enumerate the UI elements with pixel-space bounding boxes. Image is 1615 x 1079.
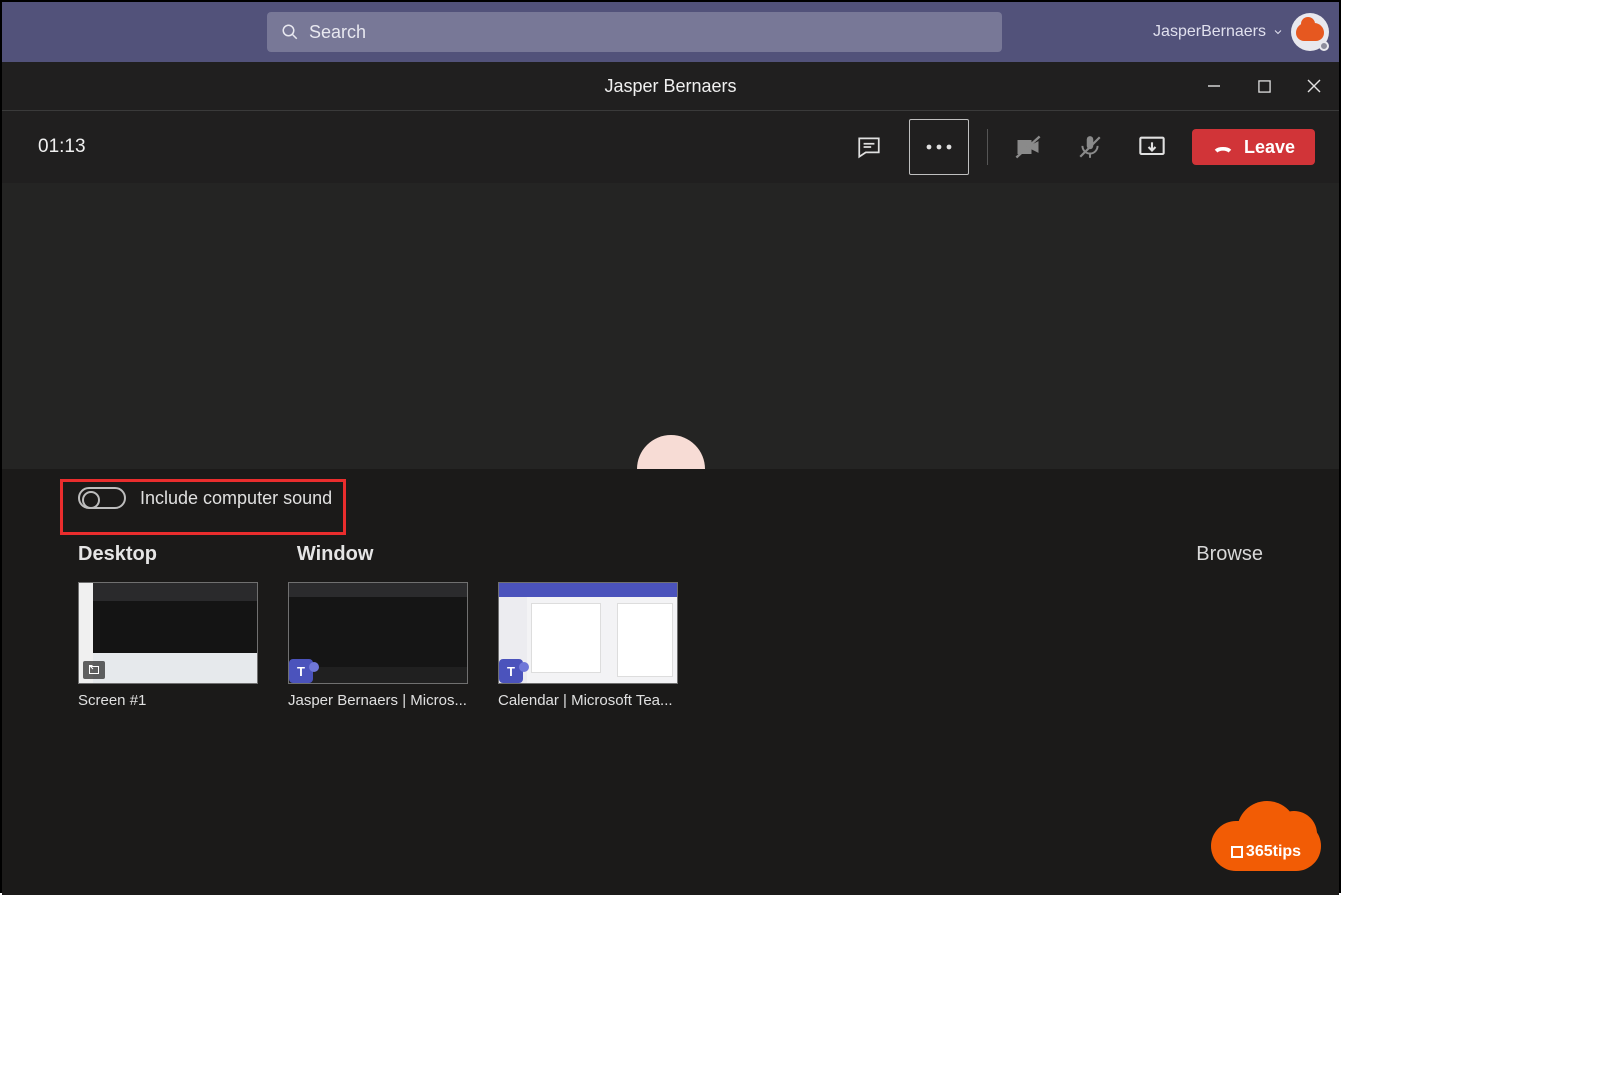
chevron-down-icon <box>1272 26 1284 38</box>
avatar-image <box>1296 23 1324 41</box>
teams-icon: T <box>289 659 313 683</box>
title-bar: Search JasperBernaers <box>2 2 1339 62</box>
teams-window: Search JasperBernaers Jasper Bernaers 01… <box>0 0 1341 893</box>
watermark-text: 365tips <box>1246 843 1301 861</box>
share-option-window-2[interactable]: T Calendar | Microsoft Tea... <box>498 582 678 709</box>
call-title: Jasper Bernaers <box>604 76 736 97</box>
user-name: JasperBernaers <box>1153 23 1266 41</box>
call-toolbar: 01:13 Leave <box>2 111 1339 183</box>
user-menu[interactable]: JasperBernaers <box>1153 23 1284 41</box>
hangup-icon <box>1212 136 1234 158</box>
call-header: Jasper Bernaers <box>2 62 1339 111</box>
leave-label: Leave <box>1244 137 1295 158</box>
presence-badge <box>1319 41 1329 51</box>
thumbnail-preview: T <box>498 582 678 684</box>
share-button[interactable] <box>1130 125 1174 169</box>
search-icon <box>281 23 299 41</box>
share-screen-icon <box>1138 133 1166 161</box>
close-button[interactable] <box>1289 62 1339 111</box>
maximize-button[interactable] <box>1239 62 1289 111</box>
call-timer: 01:13 <box>38 136 86 158</box>
participant-avatar <box>637 435 705 469</box>
more-icon <box>925 143 953 151</box>
thumbnail-label: Jasper Bernaers | Micros... <box>288 692 468 709</box>
toolbar-divider <box>987 129 988 165</box>
browse-link[interactable]: Browse <box>1196 543 1263 566</box>
search-input[interactable]: Search <box>267 12 1002 52</box>
popout-icon <box>87 664 101 676</box>
thumbnail-label: Calendar | Microsoft Tea... <box>498 692 678 709</box>
search-placeholder: Search <box>309 22 366 43</box>
window-controls <box>1189 62 1339 111</box>
share-option-window-1[interactable]: T Jasper Bernaers | Micros... <box>288 582 468 709</box>
teams-icon: T <box>499 659 523 683</box>
thumbnail-label: Screen #1 <box>78 692 258 709</box>
mic-off-icon <box>1077 134 1103 160</box>
minimize-button[interactable] <box>1189 62 1239 111</box>
thumbnail-preview <box>78 582 258 684</box>
chat-icon <box>856 134 882 160</box>
tab-window[interactable]: Window <box>297 543 373 566</box>
thumbnail-preview: T <box>288 582 468 684</box>
mic-button[interactable] <box>1068 125 1112 169</box>
chat-button[interactable] <box>847 125 891 169</box>
video-stage <box>2 183 1339 469</box>
avatar[interactable] <box>1291 13 1329 51</box>
camera-button[interactable] <box>1006 125 1050 169</box>
watermark-logo: 365tips <box>1211 801 1321 871</box>
include-sound-toggle[interactable] <box>78 487 126 509</box>
office-icon <box>1231 846 1243 858</box>
share-option-screen-1[interactable]: Screen #1 <box>78 582 258 709</box>
tab-desktop[interactable]: Desktop <box>78 543 157 566</box>
camera-off-icon <box>1014 133 1042 161</box>
more-actions-button[interactable] <box>909 119 969 175</box>
leave-button[interactable]: Leave <box>1192 129 1315 165</box>
share-tray: Include computer sound Desktop Window Br… <box>2 469 1339 895</box>
